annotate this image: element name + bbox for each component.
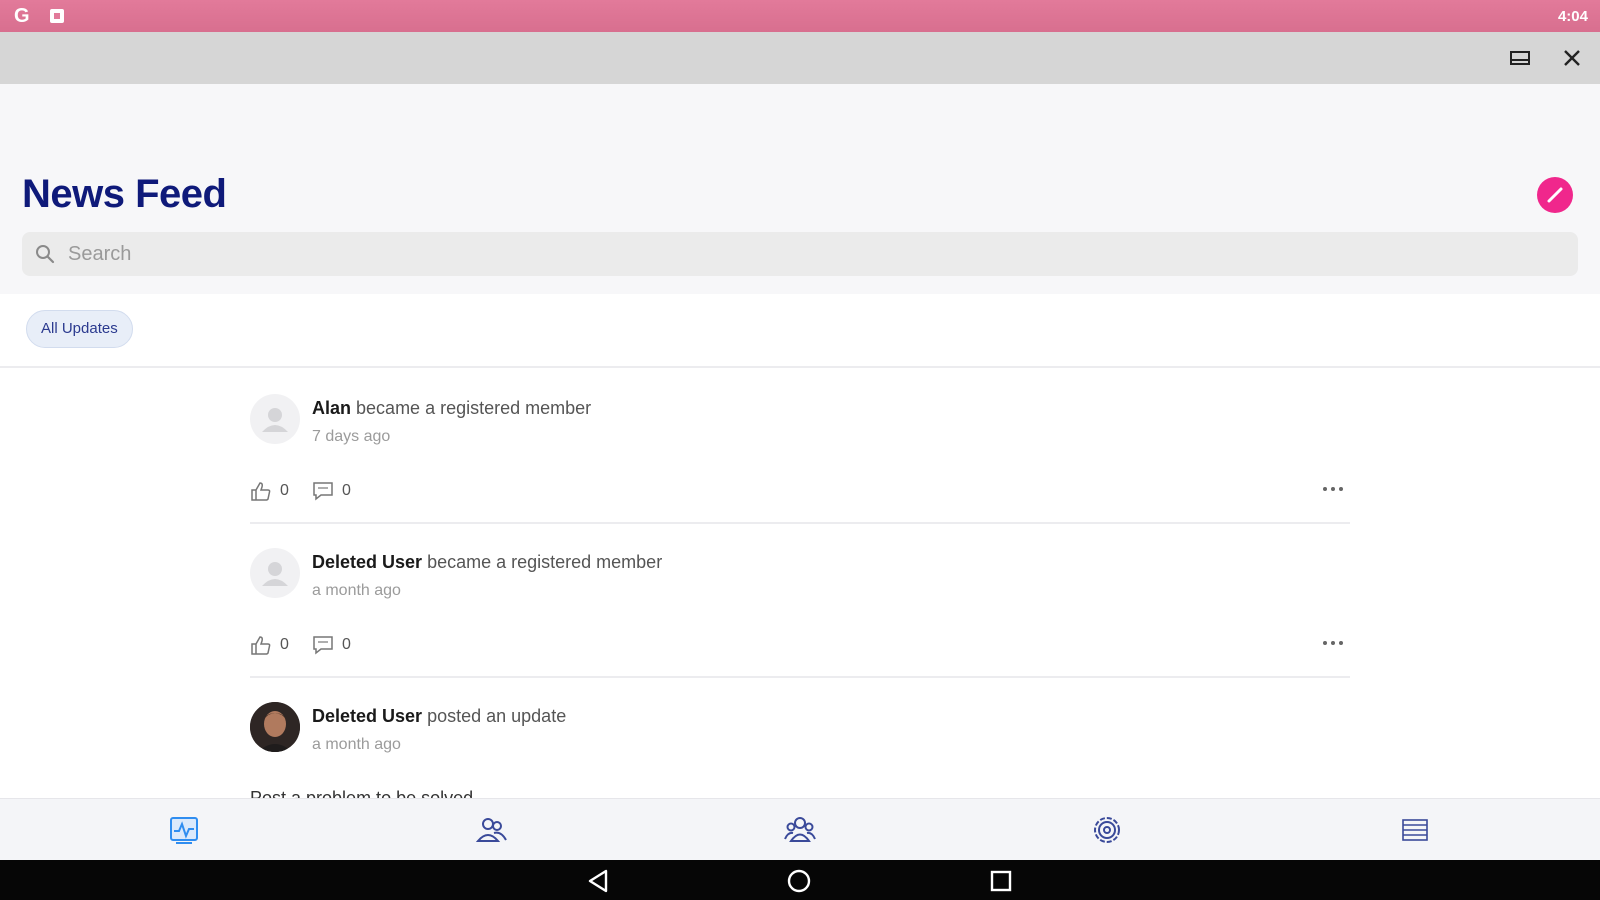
settings-icon[interactable]: [1090, 813, 1124, 847]
window-titlebar: [0, 32, 1600, 84]
search-bar[interactable]: [22, 232, 1578, 276]
menu-list-icon[interactable]: [1398, 813, 1432, 847]
comment-icon: [313, 636, 333, 655]
activity-action: posted an update: [427, 706, 567, 726]
like-button[interactable]: 0: [250, 480, 300, 502]
status-bar: G 4:04: [0, 0, 1600, 32]
comment-count: 0: [342, 482, 351, 499]
user-name-link[interactable]: Alan: [312, 398, 351, 418]
activity-text: Deleted User posted an update: [312, 706, 566, 727]
timestamp: a month ago: [312, 582, 401, 599]
comment-icon: [313, 482, 333, 501]
activity-icon[interactable]: [167, 813, 201, 847]
compose-button[interactable]: [1537, 177, 1573, 213]
post-body: Post a problem to be solved: [250, 788, 474, 798]
home-icon[interactable]: [786, 868, 812, 894]
filter-chip-all-updates[interactable]: All Updates: [26, 310, 133, 348]
recents-icon[interactable]: [988, 868, 1014, 894]
system-navigation-bar: [0, 860, 1600, 900]
close-icon[interactable]: [1560, 46, 1584, 70]
activity-text: Alan became a registered member: [312, 398, 591, 419]
activity-text: Deleted User became a registered member: [312, 552, 662, 573]
search-input[interactable]: [68, 238, 1548, 270]
thumbs-up-icon: [251, 636, 271, 655]
page-header: News Feed: [0, 84, 1600, 294]
comment-button[interactable]: 0: [312, 634, 362, 656]
activity-action: became a registered member: [427, 552, 663, 572]
avatar[interactable]: [250, 548, 300, 598]
avatar[interactable]: [250, 394, 300, 444]
like-count: 0: [280, 636, 289, 653]
members-icon[interactable]: [475, 813, 509, 847]
timestamp: a month ago: [312, 736, 401, 753]
activity-action: became a registered member: [356, 398, 592, 418]
comment-count: 0: [342, 636, 351, 653]
restore-window-icon[interactable]: [1508, 46, 1532, 70]
notification-icon: [50, 9, 64, 23]
page-title: News Feed: [22, 172, 227, 216]
activity-feed: Alan became a registered member 7 days a…: [0, 370, 1600, 798]
status-time: 4:04: [1557, 8, 1588, 25]
bottom-navigation: [0, 798, 1600, 860]
user-name-link[interactable]: Deleted User: [312, 706, 422, 726]
pencil-icon: [1547, 187, 1563, 203]
user-name-link[interactable]: Deleted User: [312, 552, 422, 572]
more-options-icon[interactable]: [1320, 478, 1346, 500]
thumbs-up-icon: [251, 482, 271, 501]
like-count: 0: [280, 482, 289, 499]
divider: [250, 676, 1350, 678]
divider: [250, 522, 1350, 524]
google-icon: G: [14, 5, 30, 27]
filter-row: All Updates: [0, 294, 1600, 368]
back-icon[interactable]: [586, 868, 612, 894]
avatar-photo[interactable]: [250, 702, 300, 752]
timestamp: 7 days ago: [312, 428, 391, 445]
search-icon: [36, 245, 55, 264]
comment-button[interactable]: 0: [312, 480, 362, 502]
groups-icon[interactable]: [783, 813, 817, 847]
like-button[interactable]: 0: [250, 634, 300, 656]
more-options-icon[interactable]: [1320, 632, 1346, 654]
